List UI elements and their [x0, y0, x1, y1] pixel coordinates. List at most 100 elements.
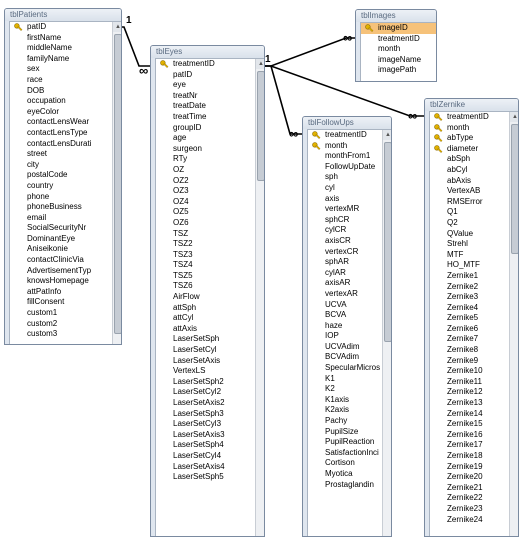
field-row[interactable]: Zernike7 [430, 334, 518, 345]
field-row[interactable]: eye [156, 80, 264, 91]
field-row[interactable]: diameter [430, 144, 518, 155]
field-row[interactable]: treatmentID [361, 34, 436, 45]
field-row[interactable]: LaserSetCyl4 [156, 451, 264, 462]
field-row[interactable]: SocialSecurityNr [10, 223, 121, 234]
vertical-scrollbar[interactable]: ▲ [382, 130, 391, 536]
field-row[interactable]: email [10, 213, 121, 224]
table-eyes[interactable]: tblEyes treatmentID patID eye treatNr treatD… [150, 45, 265, 537]
field-row[interactable]: vertexAR [308, 289, 391, 300]
field-row[interactable]: Zernike20 [430, 472, 518, 483]
field-row[interactable]: Myotica [308, 469, 391, 480]
field-row[interactable]: Zernike12 [430, 387, 518, 398]
field-row[interactable]: Zernike8 [430, 345, 518, 356]
field-row[interactable]: OZ5 [156, 207, 264, 218]
field-row[interactable]: axisAR [308, 278, 391, 289]
field-row[interactable]: Zernike18 [430, 451, 518, 462]
field-row[interactable]: LaserSetCyl3 [156, 419, 264, 430]
field-row[interactable]: Zernike2 [430, 282, 518, 293]
field-row[interactable]: country [10, 181, 121, 192]
scroll-thumb[interactable] [257, 71, 264, 181]
field-row[interactable]: Zernike22 [430, 493, 518, 504]
field-row[interactable]: SpecularMicros [308, 363, 391, 374]
field-row[interactable]: sex [10, 64, 121, 75]
table-patients[interactable]: tblPatients patID firstName middleName fami… [4, 8, 122, 345]
field-row[interactable]: phone [10, 192, 121, 203]
field-row[interactable]: haze [308, 321, 391, 332]
field-row[interactable]: DOB [10, 86, 121, 97]
field-row[interactable]: groupID [156, 123, 264, 134]
field-row[interactable]: PupilSize [308, 427, 391, 438]
field-row[interactable]: Zernike9 [430, 356, 518, 367]
field-row[interactable]: contactLensDurati [10, 139, 121, 150]
field-row[interactable]: Zernike21 [430, 483, 518, 494]
field-row[interactable]: K1axis [308, 395, 391, 406]
field-row[interactable]: OZ2 [156, 176, 264, 187]
scroll-thumb[interactable] [114, 34, 121, 334]
field-row[interactable]: vertexMR [308, 204, 391, 215]
field-row[interactable]: VertexAB [430, 186, 518, 197]
field-row[interactable]: patID [10, 22, 121, 33]
field-row[interactable]: Strehl [430, 239, 518, 250]
field-row[interactable]: race [10, 75, 121, 86]
field-row[interactable]: imageName [361, 55, 436, 66]
field-row[interactable]: HO_MTF [430, 260, 518, 271]
field-row[interactable]: FollowUpDate [308, 162, 391, 173]
field-row[interactable]: axisCR [308, 236, 391, 247]
field-row[interactable]: treatTime [156, 112, 264, 123]
field-row[interactable]: sph [308, 172, 391, 183]
field-row[interactable]: TSZ [156, 229, 264, 240]
field-row[interactable]: Zernike23 [430, 504, 518, 515]
field-row[interactable]: knowsHomepage [10, 276, 121, 287]
field-row[interactable]: city [10, 160, 121, 171]
field-row[interactable]: DominantEye [10, 234, 121, 245]
field-row[interactable]: custom3 [10, 329, 121, 340]
field-row[interactable]: attAxis [156, 324, 264, 335]
field-row[interactable]: TSZ4 [156, 260, 264, 271]
scroll-thumb[interactable] [384, 142, 391, 342]
field-row[interactable]: Zernike3 [430, 292, 518, 303]
field-row[interactable]: RTy [156, 154, 264, 165]
field-row[interactable]: OZ3 [156, 186, 264, 197]
field-row[interactable]: AdvertisementTyp [10, 266, 121, 277]
field-row[interactable]: cylAR [308, 268, 391, 279]
field-row[interactable]: MTF [430, 250, 518, 261]
field-row[interactable]: attSph [156, 303, 264, 314]
field-row[interactable]: treatNr [156, 91, 264, 102]
field-row[interactable]: contactClinicVia [10, 255, 121, 266]
field-row[interactable]: TSZ2 [156, 239, 264, 250]
vertical-scrollbar[interactable]: ▲ [509, 112, 518, 536]
field-row[interactable]: attCyl [156, 313, 264, 324]
table-title[interactable]: tblFollowUps [303, 117, 391, 129]
field-row[interactable]: UCVA [308, 300, 391, 311]
field-row[interactable]: age [156, 133, 264, 144]
field-row[interactable]: abType [430, 133, 518, 144]
field-row[interactable]: month [430, 123, 518, 134]
field-row[interactable]: Zernike24 [430, 515, 518, 526]
table-title[interactable]: tblImages [356, 10, 436, 22]
field-row[interactable]: IOP [308, 331, 391, 342]
field-row[interactable]: abCyl [430, 165, 518, 176]
field-row[interactable]: BCVA [308, 310, 391, 321]
field-row[interactable]: UCVAdim [308, 342, 391, 353]
field-row[interactable]: abAxis [430, 176, 518, 187]
field-row[interactable]: surgeon [156, 144, 264, 155]
field-row[interactable]: fillConsent [10, 297, 121, 308]
scroll-up-icon[interactable]: ▲ [510, 112, 518, 122]
scroll-thumb[interactable] [511, 124, 518, 254]
field-row[interactable]: custom2 [10, 319, 121, 330]
field-row[interactable]: K1 [308, 374, 391, 385]
field-row[interactable]: Zernike5 [430, 313, 518, 324]
field-row[interactable]: LaserSetSph3 [156, 409, 264, 420]
field-row[interactable]: Zernike11 [430, 377, 518, 388]
field-row[interactable]: sphCR [308, 215, 391, 226]
field-row[interactable]: LaserSetSph2 [156, 377, 264, 388]
field-row[interactable]: LaserSetAxis3 [156, 430, 264, 441]
field-row[interactable]: Zernike16 [430, 430, 518, 441]
field-row[interactable]: VertexLS [156, 366, 264, 377]
field-row[interactable]: OZ6 [156, 218, 264, 229]
field-row[interactable]: imagePath [361, 65, 436, 76]
field-row[interactable]: TSZ6 [156, 281, 264, 292]
field-row[interactable]: QValue [430, 229, 518, 240]
scroll-up-icon[interactable]: ▲ [383, 130, 391, 140]
field-row[interactable]: street [10, 149, 121, 160]
